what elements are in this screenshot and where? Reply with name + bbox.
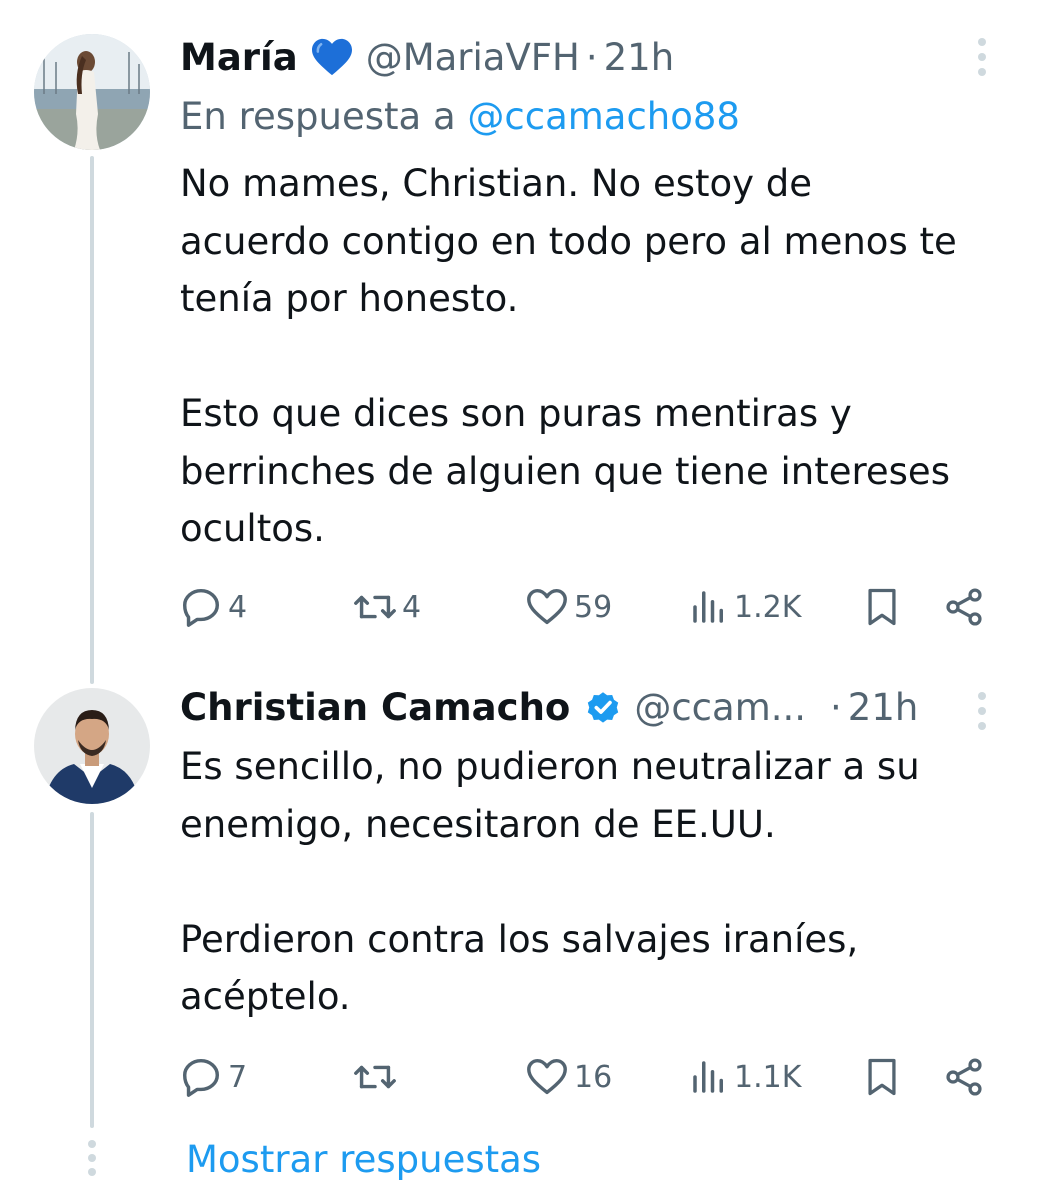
thread-line <box>90 812 94 1128</box>
reply-count: 7 <box>228 1059 248 1095</box>
text-line: Esto que dices son puras mentiras y <box>180 392 852 435</box>
repost-count: 4 <box>402 589 422 625</box>
bookmark-icon <box>868 588 896 626</box>
tweet-header: Christian Camacho @ccam... · 21h <box>180 684 918 730</box>
text-line: No mames, Christian. No estoy de <box>180 162 813 205</box>
thread-continuation-dots <box>87 1140 97 1176</box>
blue-heart-icon <box>310 37 354 77</box>
reply-prefix: En respuesta a <box>180 95 456 138</box>
separator-dot: · <box>830 685 842 729</box>
show-replies-link[interactable]: Mostrar respuestas <box>186 1138 541 1181</box>
repost-icon <box>354 1065 396 1089</box>
tweet-header: María @MariaVFH · 21h <box>180 34 674 80</box>
text-line: tenía por honesto. <box>180 277 519 320</box>
like-count: 59 <box>574 589 613 625</box>
user-handle[interactable]: @ccam... <box>634 686 806 729</box>
repost-icon <box>354 595 396 619</box>
text-line: berrinches de alguien que tiene interese… <box>180 449 950 493</box>
avatar-maria[interactable] <box>34 34 150 150</box>
tweet-text: Es sencillo, no pudieron neutralizar a s… <box>180 738 1020 1026</box>
avatar-christian[interactable] <box>34 688 150 804</box>
like-button[interactable]: 59 <box>524 582 612 632</box>
tweet-text: No mames, Christian. No estoy de acuerdo… <box>180 155 1020 558</box>
bookmark-button[interactable] <box>860 1052 904 1102</box>
verified-badge-icon <box>584 688 622 726</box>
reply-count: 4 <box>228 589 248 625</box>
view-count: 1.2K <box>734 589 802 625</box>
share-icon <box>946 1058 982 1096</box>
text-line: acéptelo. <box>180 975 351 1018</box>
action-bar: 4 4 59 1.2K <box>178 582 998 632</box>
reply-button[interactable]: 7 <box>178 1052 247 1102</box>
text-line: ocultos. <box>180 507 325 550</box>
text-line: Perdieron contra los salvajes iraníes, <box>180 917 859 961</box>
like-icon <box>527 1058 567 1095</box>
display-name[interactable]: María <box>180 36 298 79</box>
share-button[interactable] <box>942 582 986 632</box>
more-icon[interactable] <box>976 38 988 78</box>
like-count: 16 <box>574 1059 613 1095</box>
views-icon <box>693 591 723 623</box>
thread-line <box>90 156 94 684</box>
bookmark-button[interactable] <box>860 582 904 632</box>
more-icon[interactable] <box>976 692 988 732</box>
bookmark-icon <box>868 1058 896 1096</box>
timestamp[interactable]: 21h <box>604 36 675 79</box>
display-name[interactable]: Christian Camacho <box>180 686 570 729</box>
view-count: 1.1K <box>734 1059 802 1095</box>
like-icon <box>527 588 567 625</box>
reply-icon <box>182 1058 220 1097</box>
user-handle[interactable]: @MariaVFH <box>366 36 580 79</box>
tweet-maria[interactable]: María @MariaVFH · 21h En respuesta a @cc… <box>0 0 1040 684</box>
repost-button[interactable]: 4 <box>352 582 421 632</box>
timestamp[interactable]: 21h <box>848 686 919 729</box>
action-bar: 7 16 1.1K <box>178 1052 998 1102</box>
reply-icon <box>182 588 220 627</box>
views-button[interactable]: 1.1K <box>688 1052 801 1102</box>
views-button[interactable]: 1.2K <box>688 582 801 632</box>
avatar-christian-image <box>34 688 150 804</box>
reply-context: En respuesta a @ccamacho88 <box>180 95 740 138</box>
tweet-christian[interactable]: Christian Camacho @ccam... · 21h Es senc… <box>0 660 1040 1128</box>
reply-button[interactable]: 4 <box>178 582 247 632</box>
share-icon <box>946 588 982 626</box>
avatar-maria-image <box>34 34 150 150</box>
text-line: acuerdo contigo en todo pero al menos te <box>180 219 957 263</box>
like-button[interactable]: 16 <box>524 1052 612 1102</box>
repost-button[interactable] <box>352 1052 402 1102</box>
share-button[interactable] <box>942 1052 986 1102</box>
separator-dot: · <box>585 35 598 79</box>
reply-mention-link[interactable]: @ccamacho88 <box>467 95 740 138</box>
views-icon <box>693 1061 723 1093</box>
text-line: enemigo, necesitaron de EE.UU. <box>180 802 776 846</box>
text-line: Es sencillo, no pudieron neutralizar a s… <box>180 745 920 788</box>
